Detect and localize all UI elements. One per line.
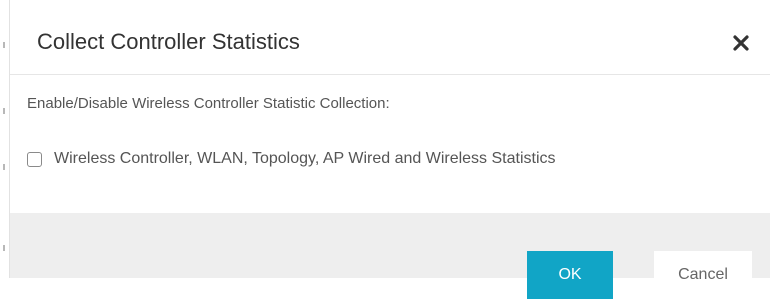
collect-statistics-dialog: Collect Controller Statistics Enable/Dis…: [9, 0, 770, 299]
statistics-checkbox[interactable]: [27, 151, 42, 167]
dialog-title: Collect Controller Statistics: [37, 29, 300, 54]
page-backdrop: Collect Controller Statistics Enable/Dis…: [0, 0, 770, 299]
ok-button[interactable]: OK: [527, 251, 613, 299]
edge-mark: [3, 164, 5, 170]
statistics-option-label: Wireless Controller, WLAN, Topology, AP …: [54, 150, 556, 167]
edge-mark: [3, 108, 5, 114]
close-icon: [733, 35, 749, 51]
dialog-description: Enable/Disable Wireless Controller Stati…: [27, 95, 390, 112]
edge-mark: [3, 42, 5, 48]
close-button[interactable]: [730, 32, 752, 54]
statistics-option[interactable]: Wireless Controller, WLAN, Topology, AP …: [27, 148, 556, 170]
dialog-footer: OK Cancel: [10, 213, 770, 299]
dialog-header: Collect Controller Statistics: [10, 0, 770, 75]
edge-mark: [3, 245, 5, 251]
dialog-body: Enable/Disable Wireless Controller Stati…: [10, 75, 770, 213]
cancel-button[interactable]: Cancel: [654, 251, 752, 299]
